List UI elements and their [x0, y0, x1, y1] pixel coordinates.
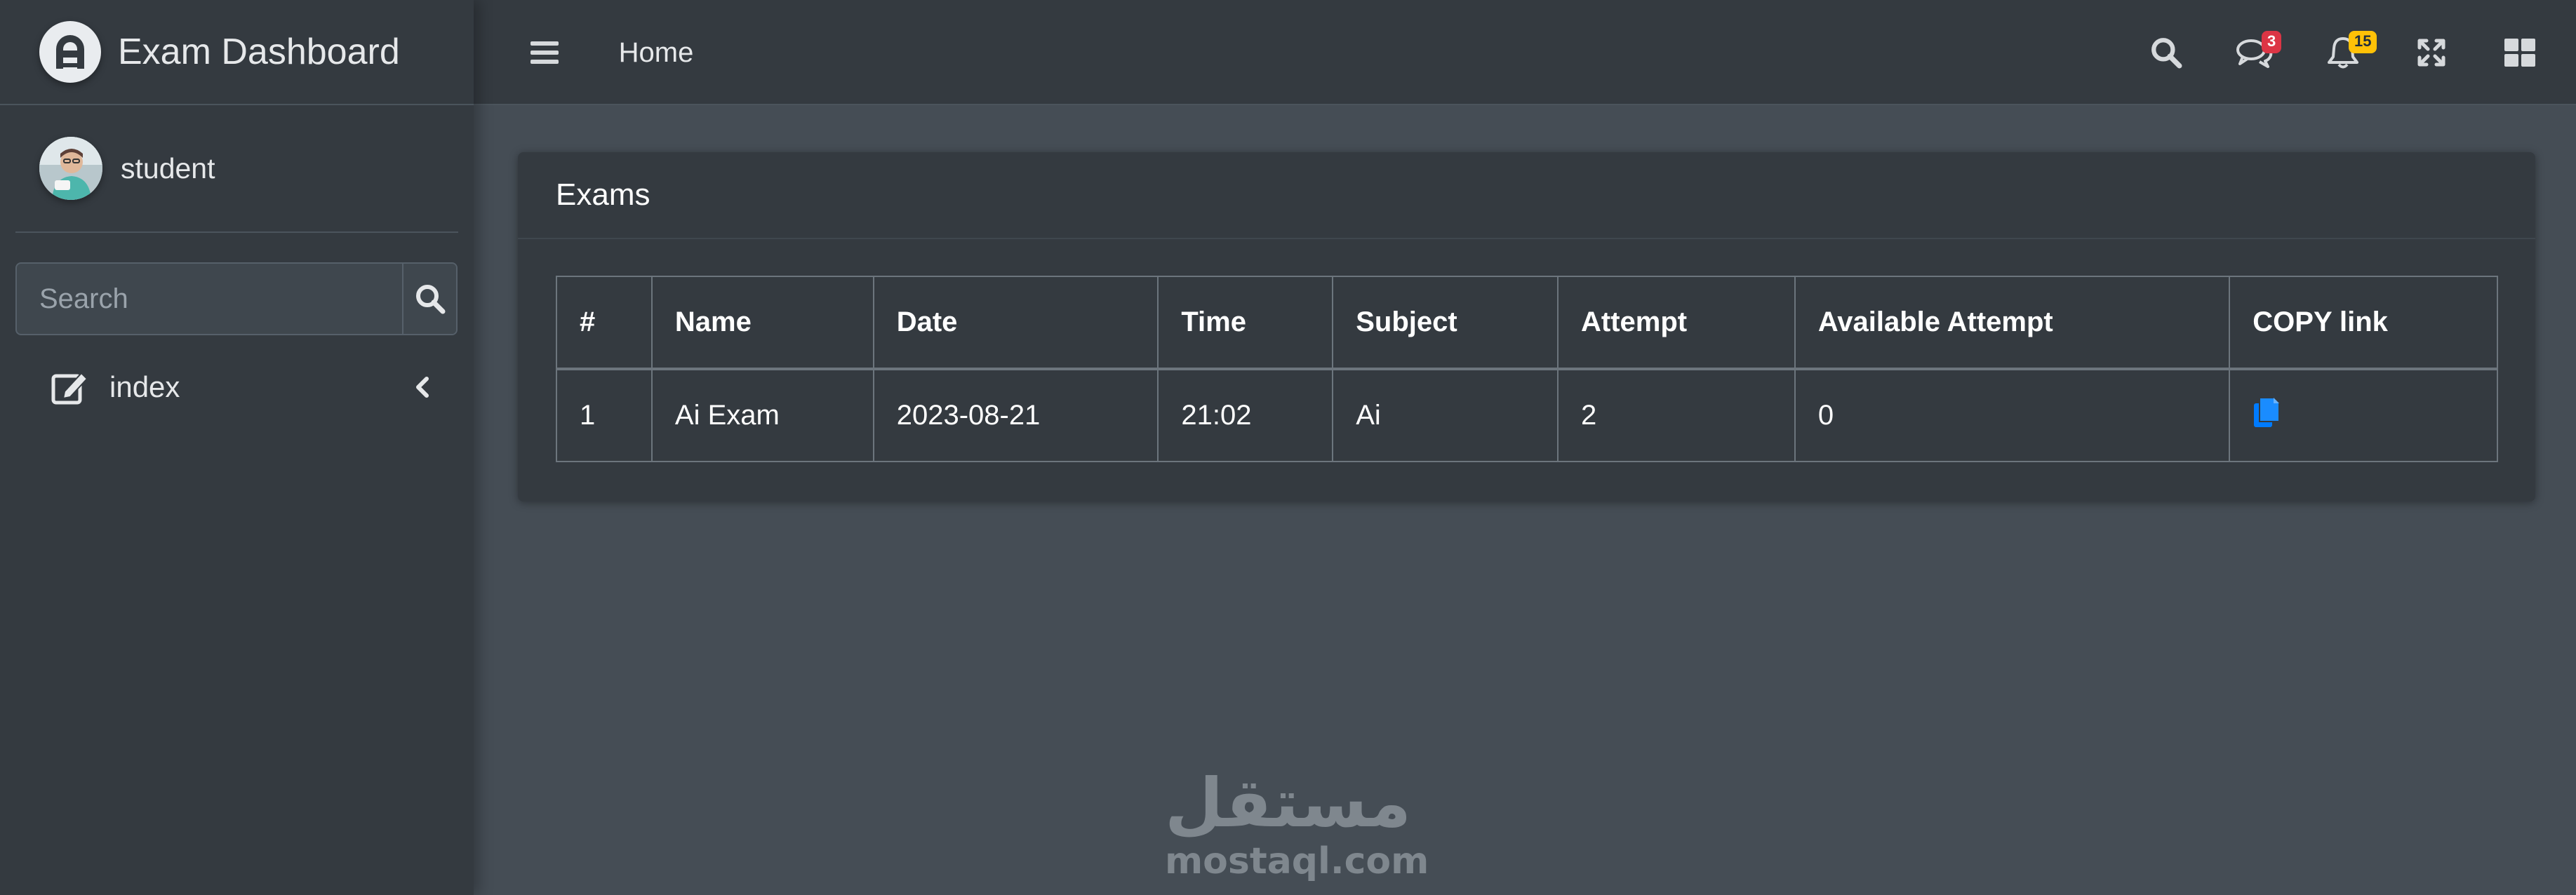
user-panel[interactable]: student	[15, 105, 458, 233]
cell-copy-link	[2229, 368, 2498, 462]
exams-card-header: Exams	[518, 152, 2535, 239]
messages-button[interactable]: 3	[2220, 0, 2290, 105]
hamburger-menu-icon	[530, 41, 559, 64]
copy-link-button[interactable]	[2253, 396, 2281, 436]
search-icon	[415, 285, 445, 314]
exams-card-title: Exams	[556, 177, 650, 212]
brand-title: Exam Dashboard	[118, 32, 400, 72]
user-avatar	[39, 137, 102, 200]
cell-time: 21:02	[1157, 368, 1334, 462]
brand-logo-icon	[39, 21, 101, 83]
cell-exam-name: Ai Exam	[650, 368, 874, 462]
cell-number: 1	[556, 368, 653, 462]
column-header-attempt: Attempt	[1557, 276, 1796, 370]
navbar-search-button[interactable]	[2131, 0, 2201, 105]
sidebar-toggle-button[interactable]	[513, 0, 576, 105]
search-icon	[2151, 38, 2182, 69]
home-link[interactable]: Home	[607, 0, 705, 105]
cell-attempt: 2	[1557, 368, 1796, 462]
column-header-name: Name	[650, 276, 874, 370]
home-link-label: Home	[618, 36, 694, 68]
messages-count-badge: 3	[2262, 31, 2282, 53]
top-navbar: Home 3 15	[474, 0, 2576, 105]
sidebar-item-label: index	[109, 370, 180, 403]
expand-arrows-icon	[2417, 39, 2445, 67]
grid-icon	[2504, 39, 2535, 67]
watermark-url: mostaql.com	[1165, 840, 1429, 882]
exams-card: Exams # Name Date Time Subject Attempt A…	[518, 152, 2535, 502]
column-header-available-attempt: Available Attempt	[1794, 276, 2231, 370]
brand-link[interactable]: Exam Dashboard	[0, 0, 474, 105]
exams-table: # Name Date Time Subject Attempt Availab…	[556, 276, 2498, 462]
sidebar-search-input[interactable]	[17, 264, 402, 334]
column-header-copy-link: COPY link	[2229, 276, 2498, 370]
column-header-date: Date	[872, 276, 1159, 370]
column-header-time: Time	[1157, 276, 1334, 370]
copy-icon	[2254, 396, 2281, 427]
mostaql-watermark: مستقل mostaql.com	[1165, 764, 1429, 882]
table-header-row: # Name Date Time Subject Attempt Availab…	[556, 276, 2498, 370]
table-row: 1 Ai Exam 2023-08-21 21:02 Ai 2 0	[556, 368, 2498, 462]
column-header-number: #	[556, 276, 653, 370]
control-sidebar-button[interactable]	[2485, 0, 2555, 105]
notifications-button[interactable]: 15	[2308, 0, 2378, 105]
edit-icon	[51, 372, 88, 405]
cell-available-attempt: 0	[1794, 368, 2231, 462]
column-header-subject: Subject	[1332, 276, 1559, 370]
sidebar-item-index[interactable]: index	[15, 351, 458, 424]
sidebar-search-button[interactable]	[402, 264, 456, 334]
cell-date: 2023-08-21	[872, 368, 1159, 462]
main-sidebar: Exam Dashboard student Search index	[0, 0, 474, 895]
fullscreen-button[interactable]	[2396, 0, 2467, 105]
exams-table-wrapper: # Name Date Time Subject Attempt Availab…	[556, 276, 2498, 462]
user-name: student	[121, 152, 215, 184]
cell-subject: Ai	[1332, 368, 1559, 462]
chevron-left-icon	[416, 377, 429, 398]
notifications-count-badge: 15	[2349, 31, 2377, 53]
sidebar-search	[15, 262, 458, 335]
watermark-arabic-mark: مستقل	[1165, 764, 1412, 842]
